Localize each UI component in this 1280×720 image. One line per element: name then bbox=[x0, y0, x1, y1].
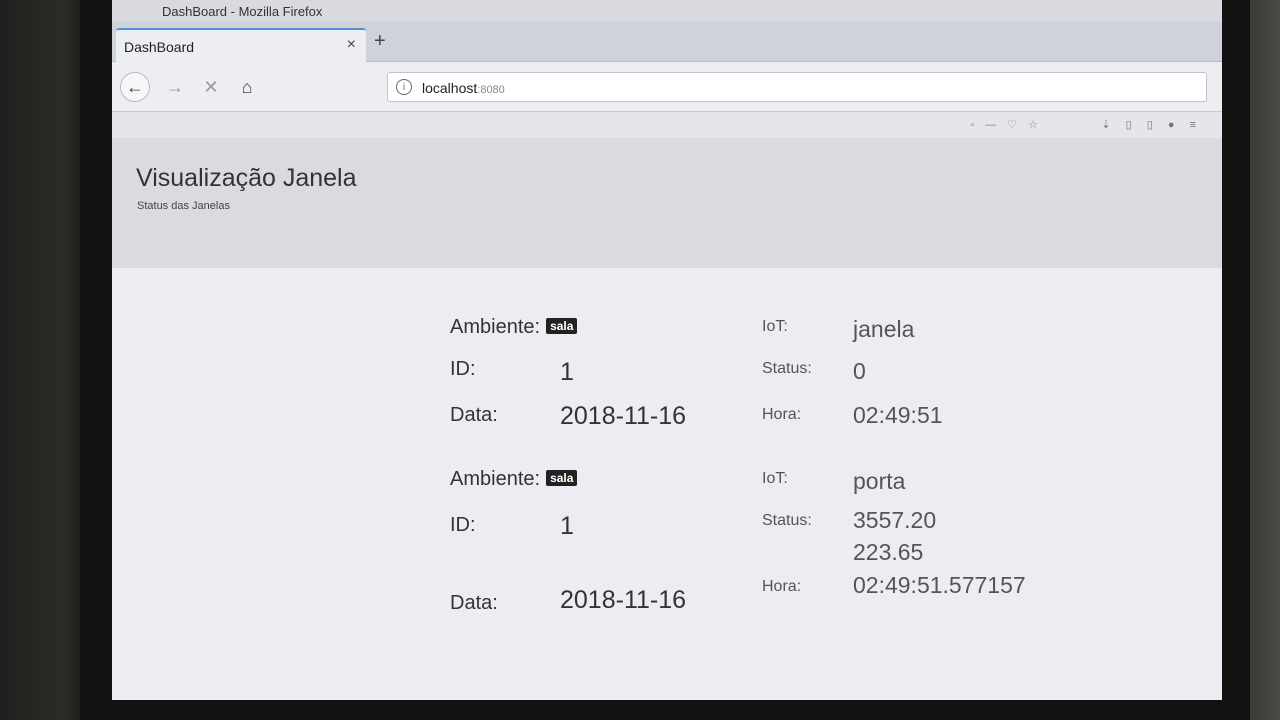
title-bar: DashBoard - Mozilla Firefox bbox=[112, 0, 1222, 22]
tab-close-icon[interactable]: × bbox=[347, 36, 356, 54]
site-info-icon[interactable]: i bbox=[396, 79, 412, 95]
status-label: Status: bbox=[762, 360, 812, 377]
tab-title: DashBoard bbox=[124, 39, 195, 55]
hora-value: 02:49:51 bbox=[853, 402, 943, 428]
navigation-bar: ← → ✕ ⌂ i localhost:8080 bbox=[112, 62, 1222, 112]
hora-label: Hora: bbox=[762, 578, 802, 595]
background-left bbox=[0, 0, 90, 720]
record-card: Ambiente: sala ID: 1 Data: 2018-11-16 IoT… bbox=[450, 316, 1090, 456]
page-actions-icons[interactable]: ▫ — ♡ ☆ bbox=[970, 118, 1042, 131]
back-button[interactable]: ← bbox=[120, 72, 150, 102]
tab-strip: DashBoard × + bbox=[112, 22, 1222, 62]
toolbar-icons[interactable]: ⇣ ▯ ▯ ● ≡ bbox=[1101, 118, 1202, 131]
toolbar-row: ▫ — ♡ ☆ ⇣ ▯ ▯ ● ≡ bbox=[112, 112, 1222, 138]
browser-window: DashBoard - Mozilla Firefox DashBoard × … bbox=[112, 0, 1222, 700]
page-title: Visualização Janela bbox=[136, 164, 357, 192]
id-label: ID: bbox=[450, 358, 476, 380]
page-header: Visualização Janela Status das Janelas bbox=[112, 138, 1222, 268]
id-value: 1 bbox=[560, 358, 574, 386]
iot-value: porta bbox=[853, 468, 906, 494]
id-label: ID: bbox=[450, 514, 476, 536]
data-label: Data: bbox=[450, 592, 498, 614]
url-bar[interactable]: i localhost:8080 bbox=[387, 72, 1207, 102]
ambiente-label: Ambiente: sala bbox=[450, 468, 578, 491]
status-value-line: 223.65 bbox=[853, 539, 924, 565]
forward-button[interactable]: → bbox=[160, 72, 190, 102]
data-value: 2018-11-16 bbox=[560, 586, 687, 614]
id-value: 1 bbox=[560, 512, 574, 540]
iot-label: IoT: bbox=[762, 470, 788, 487]
ambiente-label: Ambiente: sala bbox=[450, 316, 578, 339]
url-port: :8080 bbox=[477, 84, 505, 96]
record-card: Ambiente: sala ID: 1 Data: 2018-11-16 IoT… bbox=[450, 468, 1090, 614]
data-value: 2018-11-16 bbox=[560, 402, 687, 430]
data-label: Data: bbox=[450, 404, 498, 426]
status-label: Status: bbox=[762, 512, 812, 529]
ambiente-badge: sala bbox=[546, 317, 578, 334]
window-title: DashBoard - Mozilla Firefox bbox=[162, 4, 323, 19]
tab-dashboard[interactable]: DashBoard × bbox=[116, 28, 366, 62]
home-button[interactable]: ⌂ bbox=[232, 72, 262, 102]
ambiente-label-text: Ambiente: bbox=[450, 316, 541, 338]
url-text: localhost:8080 bbox=[422, 80, 505, 96]
status-value-line: 3557.20 bbox=[853, 507, 937, 533]
hora-label: Hora: bbox=[762, 406, 802, 423]
iot-label: IoT: bbox=[762, 318, 788, 335]
new-tab-button[interactable]: + bbox=[374, 30, 386, 53]
iot-value: janela bbox=[853, 316, 915, 342]
status-value: 3557.20 223.65 bbox=[853, 504, 936, 568]
page-subtitle: Status das Janelas bbox=[137, 200, 230, 212]
ambiente-label-text: Ambiente: bbox=[450, 468, 541, 490]
ambiente-badge: sala bbox=[546, 469, 578, 486]
url-host: localhost bbox=[422, 80, 478, 96]
stop-button[interactable]: ✕ bbox=[196, 72, 226, 102]
hora-value: 02:49:51.577157 bbox=[853, 572, 1026, 598]
status-value: 0 bbox=[853, 358, 866, 384]
page-content: Ambiente: sala ID: 1 Data: 2018-11-16 IoT… bbox=[112, 268, 1222, 700]
